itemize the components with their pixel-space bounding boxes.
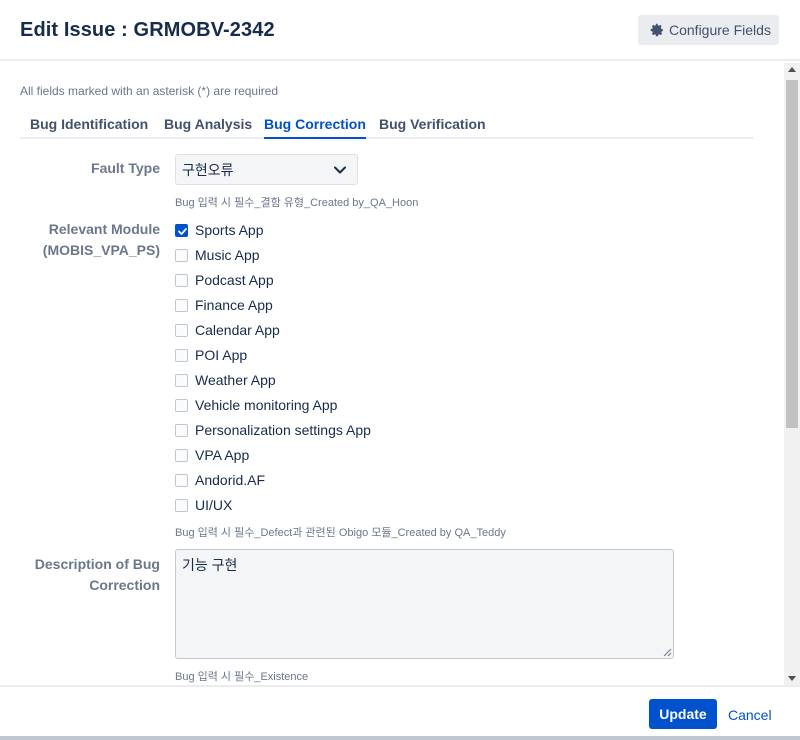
module-option-ui-ux[interactable]: UI/UX — [175, 495, 232, 515]
checkbox-checked[interactable] — [175, 223, 188, 237]
cancel-link[interactable]: Cancel — [728, 707, 772, 723]
module-option-label: POI App — [195, 347, 248, 363]
tab-bug-analysis[interactable]: Bug Analysis — [164, 116, 252, 137]
dialog-footer: Update Cancel — [0, 685, 800, 740]
checkbox[interactable] — [175, 348, 188, 362]
module-option-poi-app[interactable]: POI App — [175, 345, 247, 365]
relevant-module-label-line2: (MOBIS_VPA_PS) — [42, 242, 160, 258]
module-option-label: Finance App — [195, 297, 273, 313]
resize-grip-icon[interactable] — [663, 648, 672, 657]
tab-bug-verification[interactable]: Bug Verification — [379, 116, 486, 137]
scroll-up-arrow-icon[interactable] — [788, 67, 796, 72]
module-option-label: Music App — [195, 247, 260, 263]
gear-icon — [650, 23, 664, 37]
module-option-label: UI/UX — [195, 497, 233, 513]
checkbox[interactable] — [175, 448, 188, 462]
module-option-label: Calendar App — [195, 322, 280, 338]
description-correction-label-line1: Description of Bug — [34, 556, 160, 572]
checkbox[interactable] — [175, 248, 188, 262]
checkbox[interactable] — [175, 473, 188, 487]
module-option-label: Podcast App — [195, 272, 274, 288]
checkbox[interactable] — [175, 423, 188, 437]
tab-bug-identification[interactable]: Bug Identification — [30, 116, 148, 137]
module-option-andorid-af[interactable]: Andorid.AF — [175, 470, 265, 490]
required-fields-note: All fields marked with an asterisk (*) a… — [20, 84, 279, 98]
checkbox[interactable] — [175, 498, 188, 512]
description-correction-help: Bug 입력 시 필수_Existence — [175, 671, 309, 683]
dialog-title: Edit Issue : GRMOBV-2342 — [20, 19, 275, 41]
configure-fields-label: Configure Fields — [669, 22, 771, 38]
scrollbar-thumb[interactable] — [786, 80, 798, 428]
fault-type-description: Bug 입력 시 필수_결함 유형_Created by_QA_Hoon — [175, 197, 419, 209]
relevant-module-label-line1: Relevant Module — [48, 221, 160, 237]
module-option-label: Weather App — [195, 372, 276, 388]
scroll-down-arrow-icon[interactable] — [788, 676, 796, 681]
module-option-vehicle-monitoring-app[interactable]: Vehicle monitoring App — [175, 395, 337, 415]
module-option-podcast-app[interactable]: Podcast App — [175, 270, 274, 290]
tab-bug-correction[interactable]: Bug Correction — [264, 116, 366, 139]
checkbox[interactable] — [175, 273, 188, 287]
module-option-finance-app[interactable]: Finance App — [175, 295, 273, 315]
module-option-calendar-app[interactable]: Calendar App — [175, 320, 280, 340]
fault-type-value: 구현오류 — [182, 161, 234, 178]
checkbox[interactable] — [175, 323, 188, 337]
relevant-module-description: Bug 입력 시 필수_Defect과 관련된 Obigo 모듈_Created… — [175, 527, 506, 539]
module-option-label: VPA App — [195, 447, 250, 463]
vertical-scrollbar[interactable] — [784, 63, 800, 685]
module-option-weather-app[interactable]: Weather App — [175, 370, 276, 390]
check-icon — [178, 227, 187, 235]
checkbox[interactable] — [175, 373, 188, 387]
dialog-header: Edit Issue : GRMOBV-2342 Configure Field… — [0, 0, 800, 61]
dialog-content: All fields marked with an asterisk (*) a… — [0, 63, 784, 685]
fault-type-select[interactable]: 구현오류 — [175, 154, 358, 185]
configure-fields-button[interactable]: Configure Fields — [638, 15, 779, 45]
module-option-music-app[interactable]: Music App — [175, 245, 260, 265]
module-option-vpa-app[interactable]: VPA App — [175, 445, 249, 465]
description-correction-textarea[interactable] — [175, 549, 674, 659]
description-correction-label: Description of Bug Correction — [10, 554, 160, 596]
tab-bar: Bug Identification Bug Analysis Bug Corr… — [20, 115, 753, 139]
module-option-label: Personalization settings App — [195, 422, 371, 438]
module-option-label: Sports App — [195, 222, 264, 238]
checkbox[interactable] — [175, 398, 188, 412]
fault-type-label: Fault Type — [91, 160, 160, 176]
module-option-personalization-settings-app[interactable]: Personalization settings App — [175, 420, 371, 440]
module-option-sports-app[interactable]: Sports App — [175, 220, 264, 240]
description-correction-label-line2: Correction — [89, 577, 160, 593]
edit-issue-dialog: Edit Issue : GRMOBV-2342 Configure Field… — [0, 0, 800, 740]
chevron-down-icon — [334, 166, 346, 174]
module-option-label: Andorid.AF — [195, 472, 266, 488]
dialog-bottom-edge — [0, 736, 800, 740]
checkbox[interactable] — [175, 298, 188, 312]
relevant-module-label: Relevant Module (MOBIS_VPA_PS) — [10, 219, 160, 261]
module-option-label: Vehicle monitoring App — [195, 397, 338, 413]
update-button[interactable]: Update — [649, 699, 717, 729]
